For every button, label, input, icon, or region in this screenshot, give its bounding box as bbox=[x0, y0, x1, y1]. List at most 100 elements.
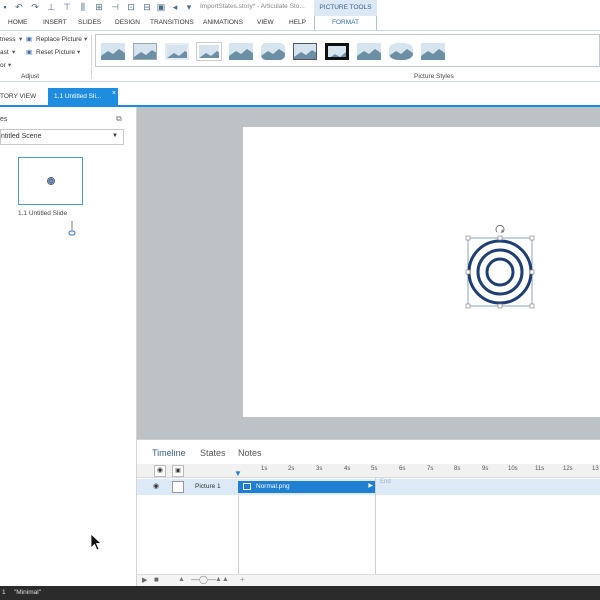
picture-styles-gallery bbox=[95, 34, 600, 67]
picture-1[interactable] bbox=[463, 225, 537, 311]
picture-style-2[interactable] bbox=[133, 43, 157, 60]
picture-style-3[interactable] bbox=[165, 43, 189, 60]
tab-design[interactable]: DESIGN bbox=[115, 16, 140, 30]
timeline-bar-label: Normal.png bbox=[256, 483, 290, 490]
picture-style-1[interactable] bbox=[101, 43, 125, 60]
picture-style-4[interactable] bbox=[196, 42, 222, 61]
scenes-panel-title: es bbox=[0, 116, 8, 123]
reset-picture-icon: ▣ bbox=[26, 49, 33, 56]
tab-notes[interactable]: Notes bbox=[238, 448, 262, 458]
tab-help[interactable]: HELP bbox=[289, 16, 306, 30]
redo-icon[interactable]: ↷ bbox=[30, 2, 40, 13]
scene-dropdown[interactable]: ntitled Scene ▼ bbox=[0, 129, 124, 145]
ruler-tick: 1s bbox=[261, 466, 268, 472]
tab-format-frame: FORMAT bbox=[314, 16, 377, 31]
reset-picture-button[interactable]: Reset Picture bbox=[36, 49, 75, 56]
window-title: ImportStates.story* - Articulate Sto... bbox=[200, 3, 305, 10]
tab-format[interactable]: FORMAT bbox=[315, 16, 376, 30]
media-icon[interactable]: ▣ bbox=[156, 2, 166, 13]
tab-view[interactable]: VIEW bbox=[257, 16, 274, 30]
status-theme-name: "Minimal" bbox=[14, 589, 42, 596]
ruler-tick: 8s bbox=[454, 466, 461, 472]
align-center-icon[interactable]: ⊤ bbox=[62, 2, 72, 13]
tab-slides[interactable]: SLIDES bbox=[78, 16, 101, 30]
contrast-button[interactable]: ast bbox=[0, 49, 9, 56]
tab-home[interactable]: HOME bbox=[8, 16, 28, 30]
group-divider bbox=[91, 35, 92, 79]
slide-thumbnail-label: 1.1 Untitled Slide bbox=[18, 210, 68, 217]
ruler-tick: 7s bbox=[427, 466, 434, 472]
status-slide-number: 1 bbox=[2, 589, 6, 596]
zoom-in-icon[interactable]: ▲▲ bbox=[215, 576, 229, 583]
dropdown-arrow-icon: ▾ bbox=[19, 36, 23, 43]
ribbon-tabs: HOME INSERT SLIDES DESIGN TRANSITIONS AN… bbox=[0, 16, 600, 30]
group-icon[interactable]: ⊡ bbox=[126, 2, 136, 13]
tab-story-view[interactable]: TORY VIEW bbox=[0, 90, 36, 104]
picture-style-10[interactable] bbox=[389, 43, 413, 60]
eye-icon[interactable]: ◉ bbox=[153, 482, 159, 490]
picture-style-9[interactable] bbox=[357, 43, 381, 60]
picture-style-7[interactable] bbox=[293, 43, 317, 60]
color-button[interactable]: or bbox=[0, 62, 6, 69]
replace-picture-button[interactable]: Replace Picture bbox=[36, 36, 82, 43]
tab-slide-view[interactable]: 1.1 Untitled Sli... × bbox=[48, 88, 118, 105]
slide-thumbnail[interactable] bbox=[18, 157, 83, 205]
slide-thumbnail-image bbox=[47, 177, 55, 185]
picture-style-8[interactable] bbox=[325, 43, 349, 60]
picture-style-5[interactable] bbox=[229, 43, 253, 60]
zoom-out-icon[interactable]: ▲ bbox=[178, 576, 185, 583]
timeline-footer: ▶ ■ ▲ —◯— ▲▲ + bbox=[137, 574, 600, 586]
ruler-tick: 2s bbox=[288, 466, 295, 472]
distribute-icon[interactable]: ⫼ bbox=[78, 2, 88, 13]
chevron-down-icon: ▾ bbox=[84, 36, 88, 43]
tab-transitions[interactable]: TRANSITIONS bbox=[150, 16, 194, 30]
zoom-slider[interactable]: —◯— bbox=[191, 575, 216, 584]
picture-tools-label: PICTURE TOOLS bbox=[314, 0, 377, 16]
chevron-down-icon: ▼ bbox=[112, 133, 118, 139]
image-icon bbox=[243, 483, 251, 490]
scene-dropdown-value: ntitled Scene bbox=[1, 133, 42, 140]
ruler-tick: 4s bbox=[344, 466, 351, 472]
arrange-icon[interactable]: ⊞ bbox=[94, 2, 104, 13]
scenes-panel: es ⧉ ntitled Scene ▼ 1.1 Untitled Slide bbox=[0, 107, 137, 586]
tab-timeline[interactable]: Timeline bbox=[152, 448, 186, 458]
layer-icon[interactable]: ⊟ bbox=[142, 2, 152, 13]
picture-style-6[interactable] bbox=[261, 43, 285, 60]
mouse-cursor-icon bbox=[90, 533, 103, 551]
stop-icon[interactable]: ■ bbox=[154, 575, 159, 584]
ruler-tick: 6s bbox=[399, 466, 406, 472]
timeline-panel: Timeline States Notes ◉ ▣ ▼ 1s 2s 3s 4s … bbox=[137, 439, 600, 586]
align-right-icon[interactable]: ⊣ bbox=[110, 2, 120, 13]
picture-style-11[interactable] bbox=[421, 43, 445, 60]
customize-icon[interactable]: ▾ bbox=[184, 2, 194, 13]
tab-insert[interactable]: INSERT bbox=[43, 16, 67, 30]
lock-all-icon[interactable]: ▣ bbox=[172, 465, 184, 477]
align-icon[interactable]: ⊥ bbox=[46, 2, 56, 13]
replace-picture-icon: ▣ bbox=[26, 36, 33, 43]
tab-states[interactable]: States bbox=[200, 448, 226, 458]
timeline-divider bbox=[238, 495, 239, 574]
timeline-row[interactable]: ◉ Picture 1 Normal.png ▶ End bbox=[137, 479, 600, 495]
visibility-toggle-all-icon[interactable]: ◉ bbox=[154, 465, 166, 477]
lock-checkbox[interactable] bbox=[172, 481, 184, 493]
audio-icon[interactable]: ◂ bbox=[170, 2, 180, 13]
title-bar: ▪ ↶ ↷ ⊥ ⊤ ⫼ ⊞ ⊣ ⊡ ⊟ ▣ ◂ ▾ ImportStates.s… bbox=[0, 0, 600, 16]
add-icon[interactable]: + bbox=[240, 575, 245, 584]
save-icon[interactable]: ▪ bbox=[0, 2, 10, 13]
ruler-tick: 3s bbox=[316, 466, 323, 472]
close-icon[interactable]: × bbox=[112, 88, 116, 100]
playhead-icon[interactable]: ▼ bbox=[234, 469, 242, 478]
picture-styles-label: Picture Styles bbox=[414, 73, 454, 80]
panel-pin-icon[interactable]: ⧉ bbox=[116, 114, 122, 124]
timeline-object-bar[interactable]: Normal.png ▶ bbox=[238, 481, 375, 493]
slide-canvas[interactable] bbox=[243, 127, 600, 417]
ruler-tick: 9s bbox=[482, 466, 489, 472]
brightness-button[interactable]: tness bbox=[0, 36, 16, 43]
tab-animations[interactable]: ANIMATIONS bbox=[203, 16, 243, 30]
undo-icon[interactable]: ↶ bbox=[14, 2, 24, 13]
dropdown-arrow-icon: ▾ bbox=[8, 62, 12, 69]
play-icon[interactable]: ▶ bbox=[142, 576, 147, 584]
timeline-ruler: ◉ ▣ ▼ 1s 2s 3s 4s 5s 6s 7s 8s 9s 10s 11s… bbox=[137, 464, 600, 478]
ruler-tick: 5s bbox=[371, 466, 378, 472]
document-tabs: TORY VIEW 1.1 Untitled Sli... × bbox=[0, 88, 600, 107]
